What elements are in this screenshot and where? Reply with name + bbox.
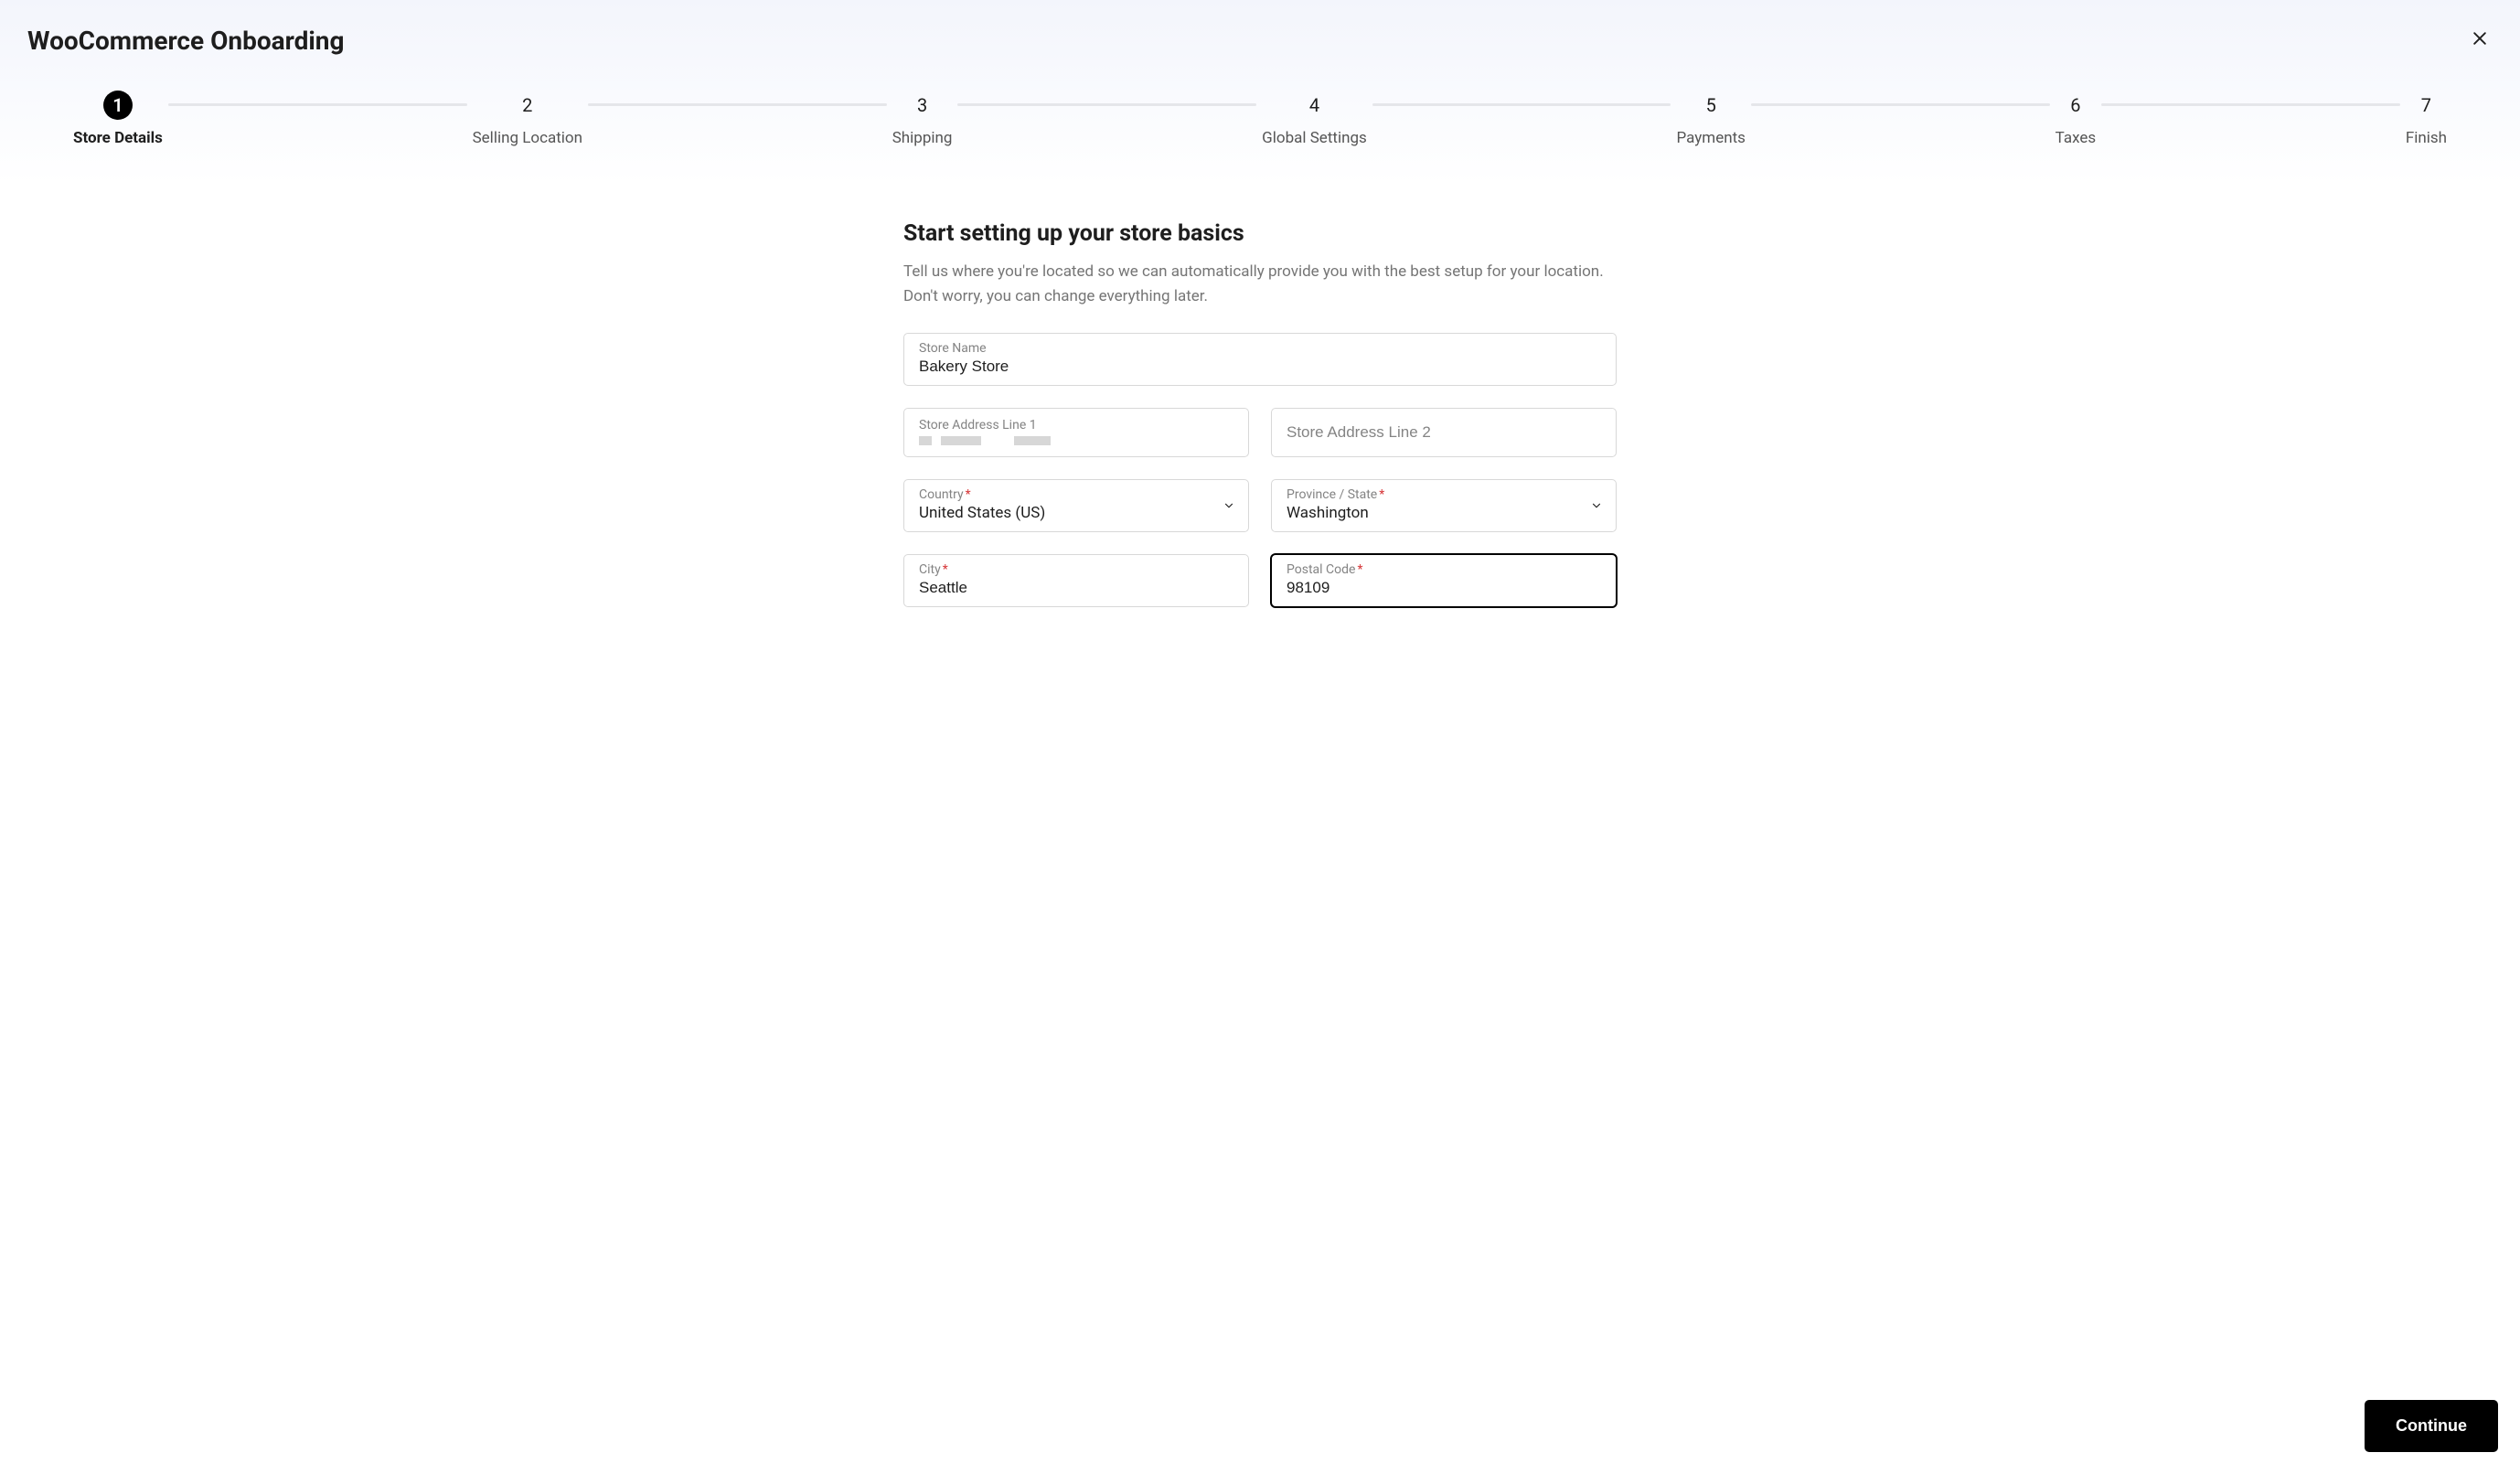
step-number: 4 (1299, 91, 1329, 120)
section-description: Tell us where you're located so we can a… (903, 260, 1617, 309)
required-indicator: * (966, 487, 971, 502)
step-label: Store Details (73, 129, 163, 147)
step-label: Finish (2406, 129, 2447, 147)
step-number: 6 (2061, 91, 2090, 120)
step-number: 7 (2411, 91, 2440, 120)
step-label: Payments (1676, 129, 1745, 147)
store-name-input[interactable] (919, 358, 1601, 376)
section-heading: Start setting up your store basics (903, 220, 1617, 247)
redacted-value (919, 436, 1233, 445)
province-field: Province / State* Washington (1271, 479, 1617, 532)
input-container[interactable]: Store Name (903, 333, 1617, 386)
step-label: Taxes (2056, 129, 2097, 147)
main-content: Start setting up your store basics Tell … (885, 220, 1635, 607)
page-title: WooCommerce Onboarding (27, 26, 2493, 56)
field-label: City* (919, 562, 1233, 578)
postal-code-field: Postal Code* (1271, 554, 1617, 607)
stepper: 1 Store Details 2 Selling Location 3 Shi… (27, 91, 2493, 184)
field-label: Postal Code* (1287, 562, 1601, 578)
step-connector (588, 103, 887, 106)
country-value: United States (US) (919, 504, 1233, 522)
step-label: Shipping (892, 129, 953, 147)
select-container[interactable]: Country* United States (US) (903, 479, 1249, 532)
step-connector (1372, 103, 1671, 106)
address-line-1-field: Store Address Line 1 (903, 408, 1249, 457)
form-row: City* Postal Code* (903, 554, 1617, 607)
city-field: City* (903, 554, 1249, 607)
step-label: Selling Location (473, 129, 582, 147)
close-button[interactable] (2467, 26, 2493, 51)
form-row: Store Name (903, 333, 1617, 386)
required-indicator: * (1379, 487, 1384, 502)
form-row: Country* United States (US) Province / S… (903, 479, 1617, 532)
header-area: WooCommerce Onboarding 1 Store Details 2… (0, 0, 2520, 184)
field-label: Province / State* (1287, 487, 1601, 503)
required-indicator: * (1357, 562, 1362, 577)
postal-code-input[interactable] (1287, 579, 1601, 597)
step-number: 2 (513, 91, 542, 120)
city-input[interactable] (919, 579, 1233, 597)
input-container[interactable]: Postal Code* (1271, 554, 1617, 607)
step-connector (2101, 103, 2400, 106)
field-label: Country* (919, 487, 1233, 503)
step-global-settings[interactable]: 4 Global Settings (1262, 91, 1367, 147)
step-number: 3 (908, 91, 937, 120)
step-label: Global Settings (1262, 129, 1367, 147)
step-payments[interactable]: 5 Payments (1676, 91, 1745, 147)
country-field: Country* United States (US) (903, 479, 1249, 532)
field-label: Store Name (919, 341, 1601, 357)
input-container[interactable]: City* (903, 554, 1249, 607)
step-connector (168, 103, 467, 106)
step-connector (1751, 103, 2050, 106)
step-store-details[interactable]: 1 Store Details (73, 91, 163, 147)
step-selling-location[interactable]: 2 Selling Location (473, 91, 582, 147)
address-line-2-input[interactable] (1287, 423, 1601, 442)
step-number: 1 (103, 91, 133, 120)
step-connector (957, 103, 1256, 106)
continue-button[interactable]: Continue (2365, 1400, 2498, 1452)
step-number: 5 (1696, 91, 1725, 120)
select-container[interactable]: Province / State* Washington (1271, 479, 1617, 532)
address-line-2-field (1271, 408, 1617, 457)
chevron-down-icon (1590, 499, 1603, 512)
input-container[interactable] (1271, 408, 1617, 457)
form-row: Store Address Line 1 (903, 408, 1617, 457)
step-taxes[interactable]: 6 Taxes (2056, 91, 2097, 147)
close-icon (2471, 29, 2489, 48)
chevron-down-icon (1223, 499, 1235, 512)
input-container[interactable]: Store Address Line 1 (903, 408, 1249, 457)
store-name-field: Store Name (903, 333, 1617, 386)
province-value: Washington (1287, 504, 1601, 522)
field-label: Store Address Line 1 (919, 418, 1233, 433)
step-shipping[interactable]: 3 Shipping (892, 91, 953, 147)
step-finish[interactable]: 7 Finish (2406, 91, 2447, 147)
required-indicator: * (943, 562, 948, 577)
